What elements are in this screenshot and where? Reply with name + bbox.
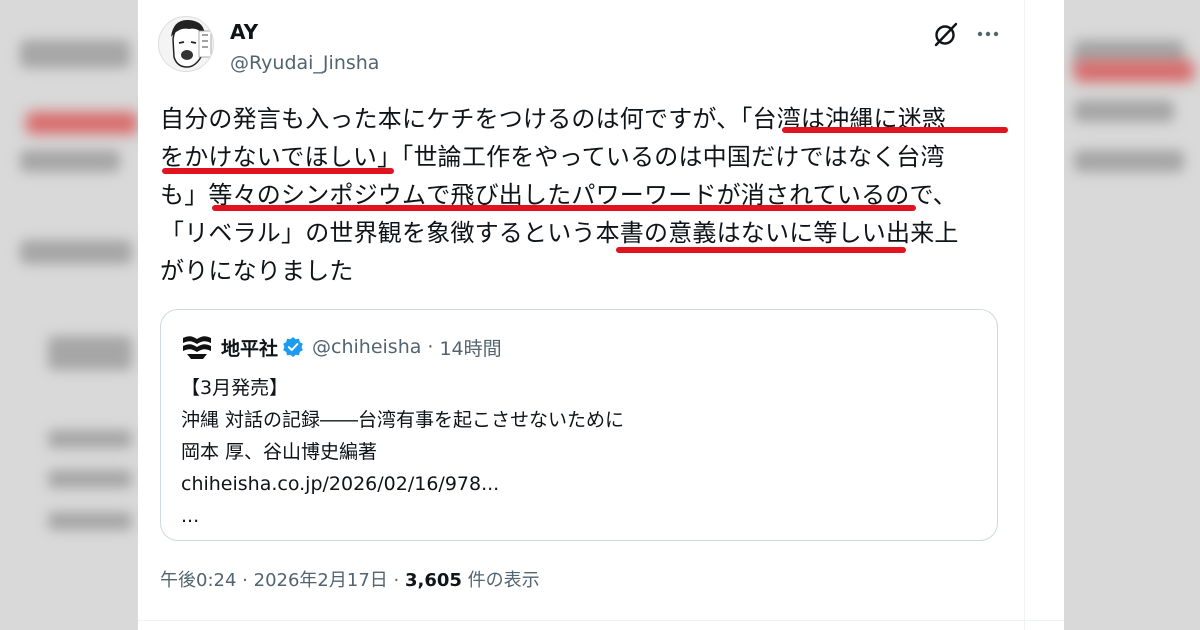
blurred-background-right [1064, 0, 1200, 630]
chiheisha-logo-icon [181, 334, 213, 360]
quoted-text-line: 沖縄 対話の記録――台湾有事を起こさせないために [181, 409, 625, 431]
tweet-text-line: がりになりました [160, 257, 354, 285]
red-underline-annotation [212, 205, 916, 211]
grok-icon[interactable] [932, 20, 960, 48]
views-count: 3,605 [405, 570, 462, 591]
more-icon[interactable] [974, 20, 1002, 48]
tweet-card: AY @Ryudai_Jinsha 自分の発言も入った本にケチをつけるのは何です… [138, 0, 1064, 630]
red-underline-annotation [162, 168, 394, 174]
quoted-tweet-body: 【3月発売】 沖縄 対話の記録――台湾有事を起こさせないために 岡本 厚、谷山博… [181, 372, 624, 532]
quoted-tweet[interactable]: 地平社 @chiheisha · 14時間 【3月発売】 沖縄 対話の記録――台… [160, 309, 998, 541]
quoted-display-name[interactable]: 地平社 [221, 334, 278, 361]
user-handle[interactable]: @Ryudai_Jinsha [230, 52, 379, 74]
meta-separator: · [393, 570, 400, 591]
quoted-text-line: 【3月発売】 [181, 377, 289, 399]
blurred-background-left [0, 0, 138, 630]
verified-badge-icon [282, 336, 304, 358]
display-name[interactable]: AY [230, 20, 258, 44]
divider [1024, 0, 1025, 630]
divider [138, 620, 1064, 621]
quoted-ellipsis: ... [181, 505, 200, 527]
tweet-date[interactable]: 2026年2月17日 [254, 570, 388, 591]
tweet-time[interactable]: 午後0:24 [160, 570, 236, 591]
quoted-time[interactable]: 14時間 [439, 334, 501, 361]
quoted-link[interactable]: chiheisha.co.jp/2026/02/16/978... [181, 468, 624, 500]
views-label: 件の表示 [467, 570, 540, 591]
meta-separator: · [242, 570, 248, 591]
meta-separator: · [427, 336, 434, 358]
tweet-footer: 午後0:24 · 2026年2月17日 · 3,605 件の表示 [160, 566, 540, 592]
quoted-text-line: 岡本 厚、谷山博史編著 [181, 441, 378, 463]
red-underline-annotation [616, 247, 906, 253]
quoted-tweet-header: 地平社 @chiheisha · 14時間 [181, 332, 502, 362]
avatar[interactable] [158, 16, 214, 72]
quoted-handle[interactable]: @chiheisha [312, 336, 421, 358]
red-underline-annotation [782, 127, 1008, 133]
